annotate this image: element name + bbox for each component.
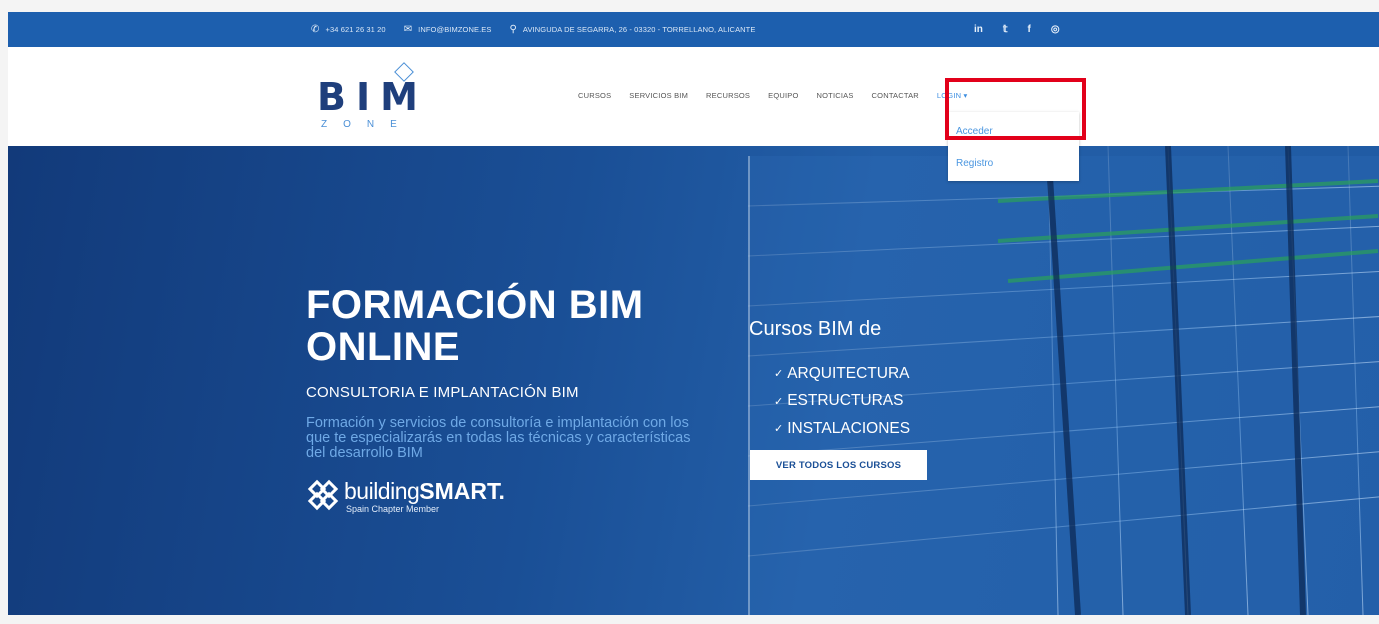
email-contact[interactable]: ✉ INFO@BIMZONE.ES [404,24,492,35]
envelope-icon: ✉ [403,24,413,35]
contact-info: ✆ +34 621 26 31 20 ✉ INFO@BIMZONE.ES ⚲ A… [311,12,765,47]
check-icon: ✓ [774,368,784,381]
buildingsmart-name-light: building [344,478,420,504]
location-pin-icon: ⚲ [509,24,517,35]
hero-description: Formación y servicios de consultoría e i… [306,415,691,461]
nav-item-cursos[interactable]: CURSOS [578,91,611,100]
logo-subtitle: ZONE [321,119,413,130]
buildingsmart-name-bold: SMART. [419,478,505,504]
logo-mark: BIM [317,75,428,119]
nav-item-servicios-bim[interactable]: SERVICIOS BIM [629,91,688,100]
email-address: INFO@BIMZONE.ES [418,25,492,34]
courses-title: Cursos BIM de [749,318,882,340]
address-contact: ⚲ AVINGUDA DE SEGARRA, 26 - 03320 - TORR… [509,24,755,35]
phone-number: +34 621 26 31 20 [325,25,386,34]
hero-title-line-1: FORMACIÓN BIM [306,283,644,327]
bim-zone-logo[interactable]: BIM ZONE [317,62,428,135]
hero-subtitle: CONSULTORIA E IMPLANTACIÓN BIM [306,384,579,401]
street-address: AVINGUDA DE SEGARRA, 26 - 03320 - TORREL… [522,25,756,34]
browser-viewport: ✆ +34 621 26 31 20 ✉ INFO@BIMZONE.ES ⚲ A… [8,12,1379,615]
course-label: ARQUITECTURA [787,364,910,382]
site-header: BIM ZONE CURSOS SERVICIOS BIM RECURSOS E… [8,47,1379,146]
nav-item-equipo[interactable]: EQUIPO [768,91,798,100]
course-item-estructuras: ✓ ESTRUCTURAS [774,388,910,416]
main-nav: CURSOS SERVICIOS BIM RECURSOS EQUIPO NOT… [578,91,968,100]
buildingsmart-knot-icon [307,479,339,511]
course-label: ESTRUCTURAS [787,392,904,410]
buildingsmart-name: buildingSMART. [344,478,505,505]
course-item-instalaciones: ✓ INSTALACIONES [774,415,910,443]
nav-item-recursos[interactable]: RECURSOS [706,91,750,100]
view-all-courses-button[interactable]: VER TODOS LOS CURSOS [750,450,927,480]
buildingsmart-chapter: Spain Chapter Member [346,504,440,514]
facebook-icon[interactable]: f [1028,24,1031,35]
nav-item-contactar[interactable]: CONTACTAR [872,91,919,100]
nav-item-noticias[interactable]: NOTICIAS [817,91,854,100]
phone-contact[interactable]: ✆ +34 621 26 31 20 [311,24,386,35]
phone-icon: ✆ [311,24,320,35]
highlight-box [945,78,1086,140]
hero-title-line-2: ONLINE [306,325,461,369]
hero-title: FORMACIÓN BIM ONLINE [306,284,644,368]
course-label: INSTALACIONES [787,419,911,437]
twitter-icon[interactable]: 𝕥 [1003,24,1008,35]
linkedin-icon[interactable]: in [974,24,983,35]
instagram-icon[interactable]: ◎ [1051,24,1060,35]
check-icon: ✓ [774,423,784,436]
top-bar: ✆ +34 621 26 31 20 ✉ INFO@BIMZONE.ES ⚲ A… [8,12,1379,47]
social-links: in 𝕥 f ◎ [974,12,1060,47]
check-icon: ✓ [774,395,784,408]
hero-section: FORMACIÓN BIM ONLINE CONSULTORIA E IMPLA… [8,146,1379,615]
dropdown-item-registro[interactable]: Registro [956,158,993,169]
course-item-arquitectura: ✓ ARQUITECTURA [774,360,910,388]
buildingsmart-badge[interactable]: buildingSMART. Spain Chapter Member [306,476,526,516]
course-list: ✓ ARQUITECTURA ✓ ESTRUCTURAS ✓ INSTALACI… [774,360,910,443]
